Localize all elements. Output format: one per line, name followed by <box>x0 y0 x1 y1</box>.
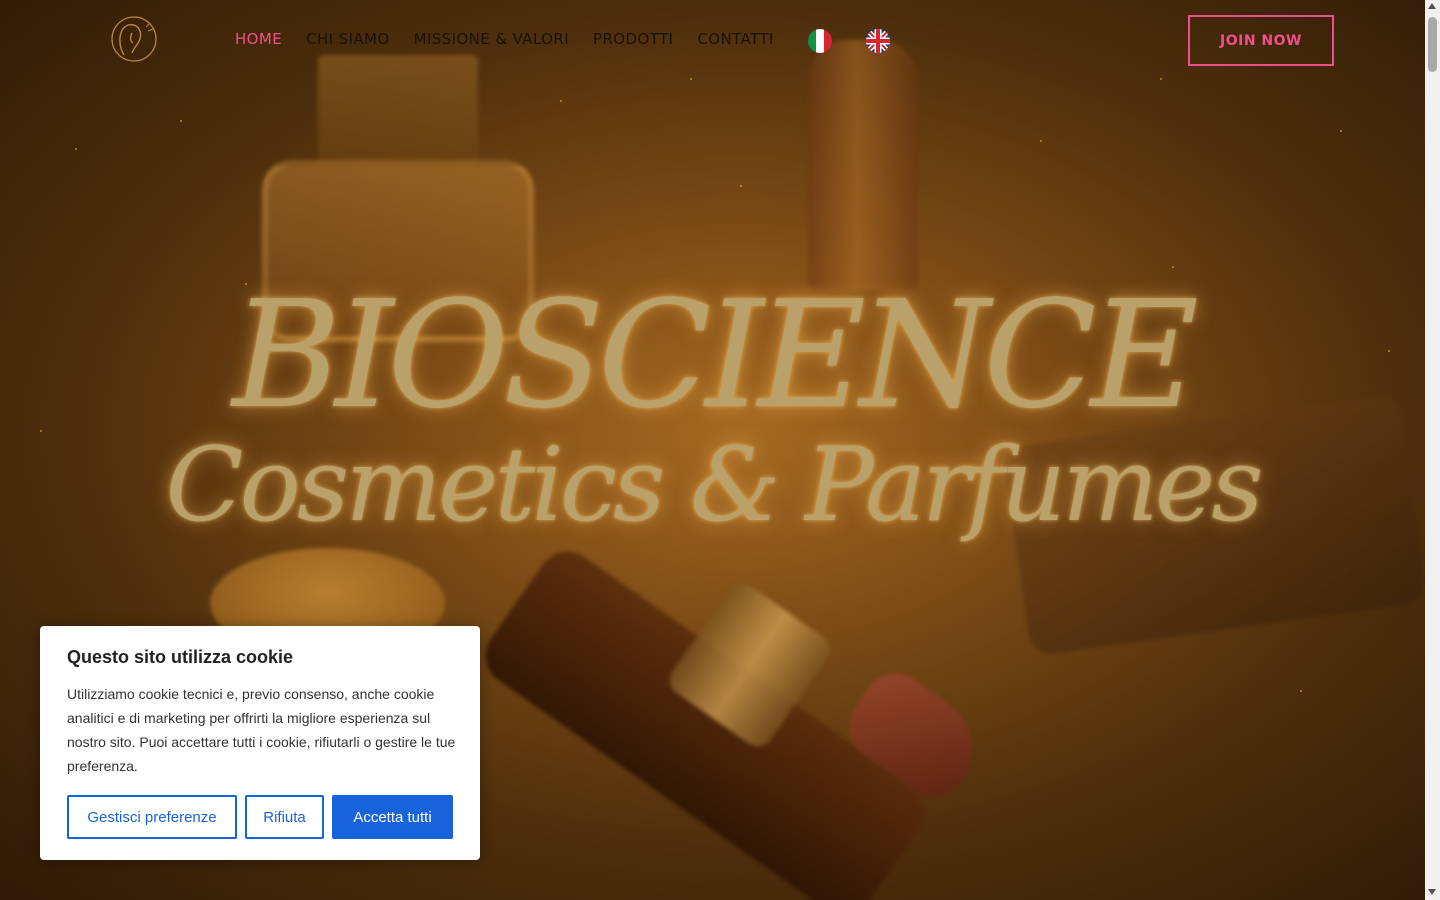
page-scrollbar[interactable] <box>1425 0 1440 900</box>
scrollbar-thumb[interactable] <box>1428 17 1437 72</box>
cookie-banner: Questo sito utilizza cookie Utilizziamo … <box>40 626 480 860</box>
sparkle-dot <box>75 148 77 150</box>
scroll-up-arrow-icon[interactable] <box>1428 3 1436 9</box>
accept-all-cookies-button[interactable]: Accetta tutti <box>332 795 453 839</box>
sparkle-dot <box>560 100 562 102</box>
sparkle-dot <box>1300 690 1302 692</box>
nav-item-missione-valori[interactable]: MISSIONE & VALORI <box>414 28 569 50</box>
nav-item-contatti[interactable]: CONTATTI <box>697 28 773 50</box>
cookie-banner-text: Utilizziamo cookie tecnici e, previo con… <box>67 686 456 774</box>
join-now-button[interactable]: JOIN NOW <box>1188 15 1334 66</box>
nav-item-prodotti[interactable]: PRODOTTI <box>593 28 673 50</box>
reject-cookies-button[interactable]: Rifiuta <box>245 795 324 839</box>
italy-flag-icon[interactable] <box>808 29 832 53</box>
scroll-down-arrow-icon[interactable] <box>1428 889 1436 895</box>
sparkle-dot <box>1340 130 1342 132</box>
cookie-banner-title: Questo sito utilizza cookie <box>67 647 294 667</box>
nav-item-chi-siamo[interactable]: CHI SIAMO <box>306 28 390 50</box>
nav-item-home[interactable]: HOME <box>235 28 282 50</box>
main-nav: HOME CHI SIAMO MISSIONE & VALORI PRODOTT… <box>235 28 798 50</box>
manage-preferences-button[interactable]: Gestisci preferenze <box>67 795 237 839</box>
sparkle-dot <box>740 185 742 187</box>
hero-title: BIOSCIENCE <box>232 269 1198 441</box>
sparkle-dot <box>1172 266 1174 268</box>
hero-subtitle: Cosmetics & Parfumes <box>165 426 1263 545</box>
site-header: HOME CHI SIAMO MISSIONE & VALORI PRODOTT… <box>0 0 1425 80</box>
sparkle-dot <box>180 120 182 122</box>
hero-title-block: BIOSCIENCE Cosmetics & Parfumes <box>0 270 1425 546</box>
woman-silhouette-logo-icon[interactable] <box>108 15 158 63</box>
sparkle-dot <box>1040 140 1042 142</box>
uk-flag-icon[interactable] <box>866 29 890 53</box>
